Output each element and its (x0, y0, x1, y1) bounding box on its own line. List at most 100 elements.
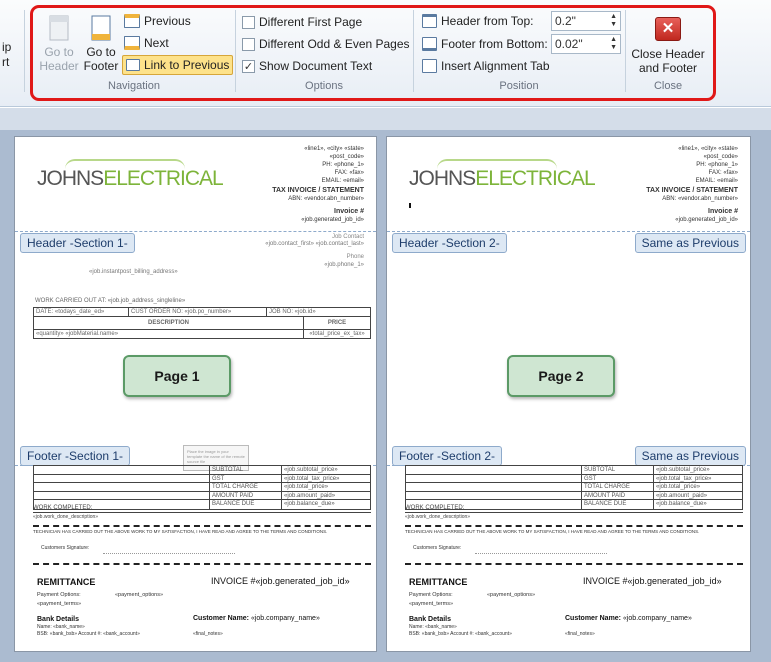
addr-line: «line1», «city» «state» (678, 146, 738, 152)
totals-label: BALANCE DUE (210, 500, 282, 509)
tax-invoice-title: TAX INVOICE / STATEMENT (272, 187, 364, 194)
customer-name-label: Customer Name: (193, 615, 250, 622)
final-notes: «final_notes» (565, 631, 595, 637)
customer-signature-label: Customers Signature: (413, 545, 462, 551)
totals-label: GST (582, 474, 654, 482)
page-2[interactable]: JOHNSELECTRICAL «line1», «city» «state» «… (386, 136, 751, 652)
invoice-id: «job.generated_job_id» (301, 217, 364, 223)
abn: ABN: «vendor.abn_number» (662, 196, 738, 202)
footer-section-tag: Footer -Section 1- (20, 446, 131, 466)
totals-value: «job.subtotal_price» (284, 467, 338, 473)
payment-options-value: «payment_options» (487, 592, 536, 598)
remittance-invoice-id: INVOICE #«job.generated_job_id» (211, 576, 350, 586)
totals-label: BALANCE DUE (582, 500, 654, 509)
invoice-number-label: Invoice # (334, 208, 364, 215)
bank-bsb: BSB: «bank_bsb» Account #: «bank_account… (37, 631, 140, 637)
addr-line: EMAIL: «email» (695, 178, 738, 184)
billing-address: «job.instantpost_billing_address» (89, 269, 178, 275)
header-boundary (15, 231, 376, 232)
totals-value: «job.total_price» (656, 484, 701, 490)
technician-statement: TECHNICIAN HAS CARRIED OUT THE ABOVE WOR… (33, 529, 328, 534)
same-as-previous-tag: Same as Previous (634, 233, 746, 253)
final-notes: «final_notes» (193, 631, 223, 637)
work-completed-label: WORK COMPLETED: (33, 505, 93, 511)
workspace-ruler (0, 108, 771, 130)
company-name: «job.company_name» (622, 615, 692, 622)
totals-label: SUBTOTAL (582, 466, 654, 474)
payment-options-label: Payment Options: (409, 592, 453, 598)
page-number-label: Page 1 (123, 355, 231, 397)
logo-text-a: JOHNS (409, 167, 476, 190)
job-no-cell: JOB NO: «job.id» (269, 309, 316, 315)
totals-table: SUBTOTAL «job.subtotal_price» GST «job.tot… (33, 465, 371, 510)
bank-details-title: Bank Details (409, 616, 452, 623)
same-as-previous-tag: Same as Previous (634, 446, 746, 466)
addr-line: «line1», «city» «state» (304, 146, 364, 152)
tax-invoice-title: TAX INVOICE / STATEMENT (646, 187, 738, 194)
addr-line: FAX: «fax» (334, 170, 364, 176)
logo-swoosh-icon (65, 159, 185, 169)
customer-name-line: Customer Name: «job.company_name» (565, 615, 692, 622)
addr-line: FAX: «fax» (708, 170, 738, 176)
totals-value: «job.total_tax_price» (656, 475, 712, 482)
payment-options-value: «payment_options» (115, 592, 164, 598)
material-price: «total_price_ex_tax» (309, 330, 365, 337)
totals-value: «job.balance_due» (656, 501, 707, 507)
vendor-address: «line1», «city» «state» «post_code» PH: «p… (678, 145, 738, 185)
header-section-tag: Header -Section 2- (392, 233, 507, 253)
remittance-title: REMITTANCE (409, 577, 468, 587)
addr-line: PH: «phone_1» (322, 162, 364, 168)
totals-table: SUBTOTAL «job.subtotal_price» GST «job.tot… (405, 465, 743, 510)
company-logo: JOHNSELECTRICAL (409, 167, 596, 191)
price-header: PRICE (327, 319, 347, 326)
totals-label: TOTAL CHARGE (582, 483, 654, 491)
work-done-description: «job.work_done_description» (33, 514, 99, 520)
customer-signature-label: Customers Signature: (41, 545, 90, 551)
totals-label: GST (210, 474, 282, 482)
totals-value: «job.subtotal_price» (656, 467, 710, 473)
remittance-invoice-id: INVOICE #«job.generated_job_id» (583, 576, 722, 586)
remittance-title: REMITTANCE (37, 577, 96, 587)
totals-label: TOTAL CHARGE (210, 483, 282, 491)
work-done-description: «job.work_done_description» (405, 514, 471, 520)
partial-label-2: rt (2, 55, 10, 69)
contact-name: «job.contact_first» «job.contact_last» (265, 241, 364, 247)
technician-statement: TECHNICIAN HAS CARRIED OUT THE ABOVE WOR… (405, 529, 700, 534)
customer-name-line: Customer Name: «job.company_name» (193, 615, 320, 622)
totals-label: AMOUNT PAID (210, 491, 282, 499)
company-logo: JOHNSELECTRICAL (37, 167, 224, 191)
work-carried-out: WORK CARRIED OUT AT: «job.job_address_si… (35, 298, 186, 304)
bank-name: Name: «bank_name» (409, 624, 457, 630)
header-boundary (387, 231, 750, 232)
material-line: «quantity» «jobMaterial.name» (34, 329, 304, 338)
totals-value: «job.total_price» (284, 484, 329, 490)
totals-value: «job.total_tax_price» (284, 475, 340, 482)
work-completed-label: WORK COMPLETED: (405, 505, 465, 511)
job-info-table: DATE: «todays_date_ed» CUST ORDER NO: «jo… (33, 307, 371, 339)
logo-text-b: ELECTRICAL (103, 167, 224, 190)
addr-line: «post_code» (703, 154, 738, 160)
totals-value: «job.balance_due» (284, 501, 335, 507)
abn: ABN: «vendor.abn_number» (288, 196, 364, 202)
payment-terms: «payment_terms» (409, 601, 454, 607)
phone-label: Phone (346, 254, 364, 260)
addr-line: PH: «phone_1» (696, 162, 738, 168)
cust-order-cell: CUST ORDER NO: «job.po_number» (129, 308, 267, 316)
phone-value: «job.phone_1» (324, 262, 364, 268)
page-number-label: Page 2 (507, 355, 615, 397)
bank-bsb: BSB: «bank_bsb» Account #: «bank_account… (409, 631, 512, 637)
date-cell: DATE: «todays_date_ed» (34, 308, 129, 316)
totals-label: SUBTOTAL (210, 466, 282, 474)
text-cursor (409, 203, 411, 208)
partial-ribbon-button[interactable]: ip rt (2, 40, 11, 70)
totals-value: «job.amount_paid» (284, 492, 336, 499)
payment-terms: «payment_terms» (37, 601, 82, 607)
logo-text-a: JOHNS (37, 167, 104, 190)
page-1[interactable]: JOHNSELECTRICAL «line1», «city» «state» «… (14, 136, 377, 652)
totals-label: AMOUNT PAID (582, 491, 654, 499)
payment-options-label: Payment Options: (37, 592, 81, 598)
header-section-tag: Header -Section 1- (20, 233, 135, 253)
description-header: DESCRIPTION (34, 316, 304, 329)
addr-line: EMAIL: «email» (321, 178, 364, 184)
logo-text-b: ELECTRICAL (475, 167, 596, 190)
